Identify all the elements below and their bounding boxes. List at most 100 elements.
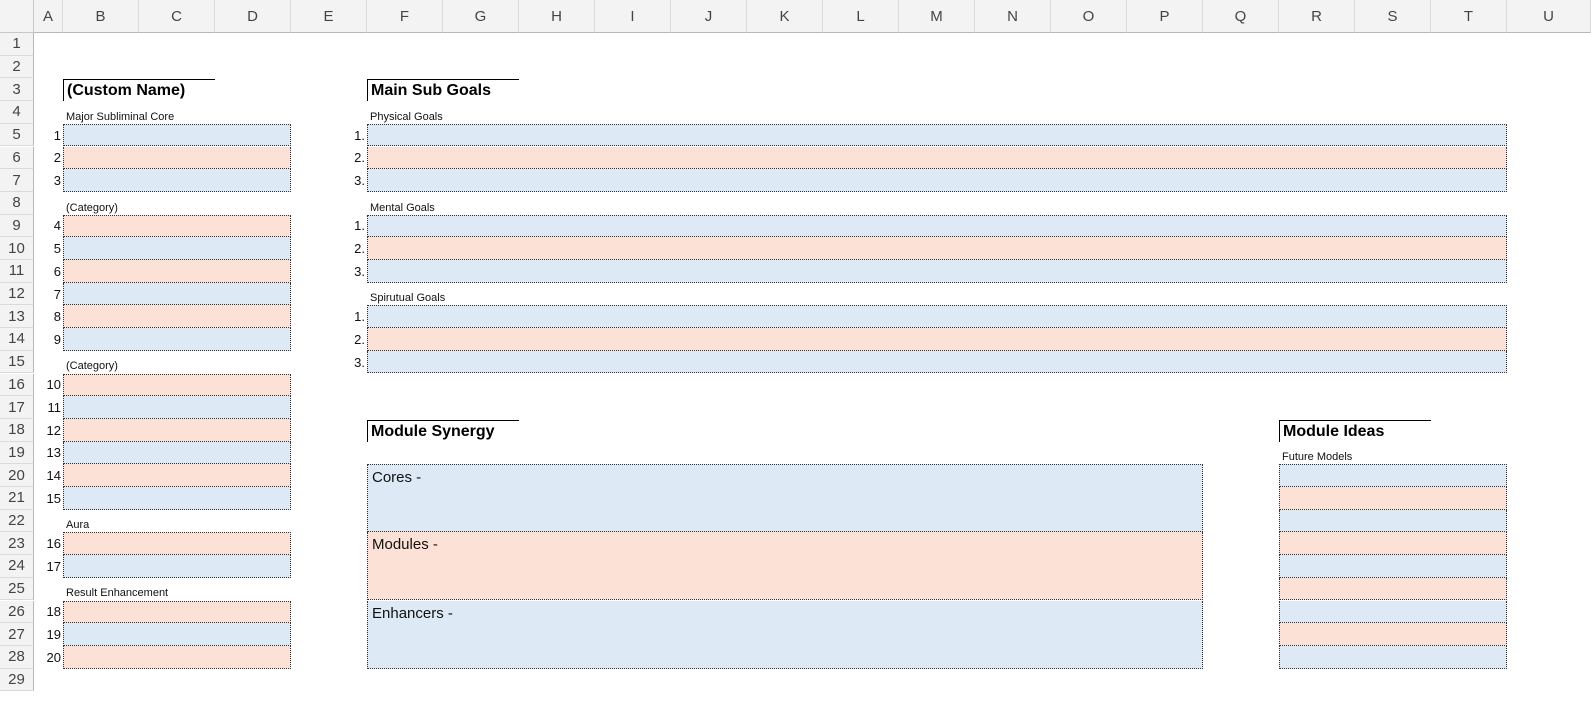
input-cell[interactable] <box>1279 600 1507 624</box>
row-header[interactable]: 17 <box>0 396 34 419</box>
row-header[interactable]: 29 <box>0 668 34 692</box>
input-cell[interactable] <box>367 305 1507 329</box>
input-cell[interactable] <box>63 214 291 238</box>
input-cell[interactable] <box>1279 509 1507 533</box>
column-header[interactable]: C <box>139 0 215 33</box>
column-header[interactable]: T <box>1431 0 1507 33</box>
input-cell[interactable] <box>367 328 1507 351</box>
input-cell[interactable] <box>63 487 291 510</box>
enhancers-cell[interactable]: Enhancers - <box>367 600 1203 669</box>
section-label: Mental Goals <box>370 201 435 214</box>
input-cell[interactable] <box>63 169 291 192</box>
input-cell[interactable] <box>367 146 1507 170</box>
input-cell[interactable] <box>1279 532 1507 556</box>
row-header[interactable]: 12 <box>0 282 34 306</box>
input-cell[interactable] <box>63 532 291 556</box>
input-cell[interactable] <box>63 555 291 578</box>
row-header[interactable]: 15 <box>0 350 34 374</box>
column-header[interactable]: G <box>443 0 519 33</box>
column-header[interactable]: K <box>747 0 823 33</box>
column-header[interactable]: E <box>291 0 367 33</box>
row-header[interactable]: 27 <box>0 623 34 646</box>
row-number: 13 <box>46 445 61 461</box>
row-number: 9 <box>53 331 61 347</box>
input-cell[interactable] <box>63 464 291 487</box>
row-header[interactable]: 28 <box>0 645 34 669</box>
row-number: 2. <box>354 331 365 347</box>
row-header[interactable]: 8 <box>0 191 34 215</box>
input-cell[interactable] <box>367 123 1507 147</box>
column-header[interactable]: J <box>671 0 747 33</box>
input-cell[interactable] <box>63 282 291 306</box>
row-header[interactable]: 16 <box>0 373 34 397</box>
input-cell[interactable] <box>63 123 291 147</box>
input-cell[interactable] <box>63 305 291 329</box>
input-cell[interactable] <box>367 237 1507 260</box>
column-header[interactable]: H <box>519 0 595 33</box>
modules-cell[interactable]: Modules - <box>367 532 1203 601</box>
input-cell[interactable] <box>367 169 1507 192</box>
input-cell[interactable] <box>367 350 1507 374</box>
input-cell[interactable] <box>63 373 291 397</box>
column-header[interactable]: L <box>823 0 899 33</box>
row-number: 6 <box>53 263 61 279</box>
row-number: 8 <box>53 309 61 325</box>
column-header[interactable]: M <box>899 0 975 33</box>
column-header[interactable]: B <box>63 0 139 33</box>
row-header[interactable]: 25 <box>0 577 34 601</box>
row-header[interactable]: 3 <box>0 78 34 102</box>
input-cell[interactable] <box>367 260 1507 283</box>
row-header[interactable]: 7 <box>0 169 34 192</box>
row-header[interactable]: 1 <box>0 33 34 56</box>
column-header[interactable]: I <box>595 0 671 33</box>
row-header[interactable]: 23 <box>0 532 34 556</box>
input-cell[interactable] <box>1279 577 1507 601</box>
spreadsheet[interactable]: A B C D E F G H I J K L M N O P Q R S T U 1 2 3 4 5 6 7 8 9 10 11 12 13 14… <box>0 0 1591 709</box>
row-header[interactable]: 24 <box>0 555 34 578</box>
row-header[interactable]: 19 <box>0 441 34 465</box>
input-cell[interactable] <box>367 214 1507 238</box>
row-header[interactable]: 22 <box>0 509 34 533</box>
row-number: 3. <box>354 354 365 370</box>
row-header[interactable]: 6 <box>0 146 34 170</box>
column-header[interactable]: N <box>975 0 1051 33</box>
input-cell[interactable] <box>1279 623 1507 646</box>
input-cell[interactable] <box>63 237 291 260</box>
input-cell[interactable] <box>63 260 291 283</box>
row-header[interactable]: 5 <box>0 123 34 147</box>
input-cell[interactable] <box>63 328 291 351</box>
row-header[interactable]: 10 <box>0 237 34 260</box>
input-cell[interactable] <box>63 396 291 419</box>
input-cell[interactable] <box>63 600 291 624</box>
input-cell[interactable] <box>63 418 291 442</box>
column-header[interactable]: F <box>367 0 443 33</box>
column-header[interactable]: O <box>1051 0 1127 33</box>
input-cell[interactable] <box>1279 464 1507 487</box>
column-header[interactable]: P <box>1127 0 1203 33</box>
cores-cell[interactable]: Cores - <box>367 464 1203 533</box>
row-header[interactable]: 9 <box>0 214 34 238</box>
input-cell[interactable] <box>63 146 291 170</box>
row-header[interactable]: 14 <box>0 328 34 351</box>
input-cell[interactable] <box>1279 555 1507 578</box>
row-header[interactable]: 18 <box>0 418 34 442</box>
row-header[interactable]: 13 <box>0 305 34 329</box>
input-cell[interactable] <box>63 645 291 669</box>
column-header[interactable]: U <box>1507 0 1591 33</box>
row-header[interactable]: 4 <box>0 101 34 124</box>
row-header[interactable]: 26 <box>0 600 34 624</box>
column-header[interactable]: Q <box>1203 0 1279 33</box>
column-header[interactable]: D <box>215 0 291 33</box>
row-header[interactable]: 2 <box>0 55 34 79</box>
select-all-corner[interactable] <box>0 0 34 33</box>
input-cell[interactable] <box>63 623 291 646</box>
row-header[interactable]: 20 <box>0 464 34 487</box>
column-header[interactable]: A <box>34 0 63 33</box>
input-cell[interactable] <box>1279 645 1507 669</box>
input-cell[interactable] <box>1279 487 1507 510</box>
row-header[interactable]: 11 <box>0 260 34 283</box>
input-cell[interactable] <box>63 441 291 465</box>
column-header[interactable]: R <box>1279 0 1355 33</box>
row-header[interactable]: 21 <box>0 487 34 510</box>
column-header[interactable]: S <box>1355 0 1431 33</box>
